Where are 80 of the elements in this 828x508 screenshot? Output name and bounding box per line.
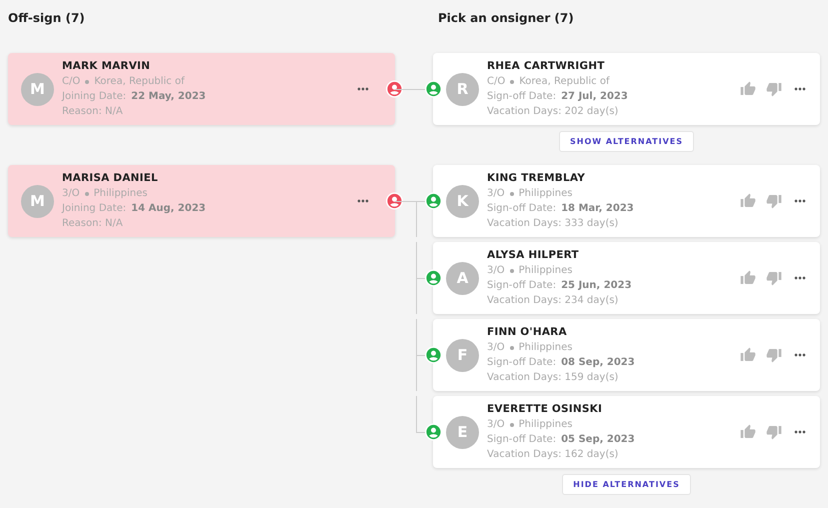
thumbs-up-icon[interactable]: [740, 424, 756, 440]
avatar: K: [446, 184, 479, 218]
rank: C/O: [62, 75, 80, 89]
onsigner-card[interactable]: F FINN O'HARA 3/O Philippines Sign-off Date: 08 Sep, 2023 Vacation Days: 159 day(s): [433, 319, 820, 391]
person-icon: [425, 192, 442, 210]
country: Korea, Republic of: [519, 75, 610, 89]
dot-icon: [510, 192, 514, 196]
onsigner-card[interactable]: E EVERETTE OSINSKI 3/O Philippines Sign-off Date: 05 Sep, 2023 Vacation Days: 162 day(s): [433, 396, 820, 468]
avatar: F: [446, 338, 479, 372]
date-value: 08 Sep, 2023: [561, 356, 635, 370]
thumbs-up-icon[interactable]: [740, 81, 756, 97]
reason: Reason: N/A: [62, 105, 123, 119]
date-label: Sign-off Date:: [487, 279, 556, 293]
date-label: Sign-off Date:: [487, 90, 556, 104]
crew-name: MARK MARVIN: [62, 59, 152, 74]
date-label: Joining Date:: [62, 90, 126, 104]
rank: 3/O: [487, 418, 505, 432]
person-icon: [425, 346, 442, 364]
date-value: 05 Sep, 2023: [561, 433, 635, 447]
person-icon: [425, 424, 442, 440]
vacation-days: Vacation Days: 234 day(s): [487, 293, 618, 308]
vacation-days: Vacation Days: 159 day(s): [487, 370, 618, 385]
crew-name: KING TREMBLAY: [487, 171, 586, 186]
avatar: M: [21, 72, 54, 106]
date-label: Sign-off Date:: [487, 202, 556, 216]
dot-icon: [84, 192, 89, 196]
date-value: 27 Jul, 2023: [561, 90, 628, 104]
date-value: 14 Aug, 2023: [131, 202, 206, 216]
thumbs-down-icon[interactable]: [766, 424, 782, 440]
date-label: Sign-off Date:: [487, 356, 556, 370]
toggle-alternatives-button[interactable]: HIDE ALTERNATIVES: [562, 474, 691, 495]
rank: 3/O: [487, 341, 505, 355]
date-value: 18 Mar, 2023: [561, 202, 634, 216]
date-label: Joining Date:: [62, 202, 126, 216]
thumbs-down-icon[interactable]: [766, 81, 782, 97]
crew-name: EVERETTE OSINSKI: [487, 402, 604, 417]
vacation-days: Vacation Days: 333 day(s): [487, 216, 618, 231]
crew-name: FINN O'HARA: [487, 325, 568, 340]
onsigner-heading: Pick an onsigner (7): [438, 11, 574, 27]
dot-icon: [85, 80, 90, 84]
vacation-days: Vacation Days: 162 day(s): [487, 447, 618, 462]
thumbs-down-icon[interactable]: [766, 270, 782, 286]
avatar: M: [21, 184, 54, 218]
thumbs-up-icon[interactable]: [740, 270, 756, 286]
date-value: 22 May, 2023: [131, 90, 206, 104]
avatar: R: [446, 72, 479, 106]
rank: C/O: [487, 75, 506, 89]
crew-name: MARISA DANIEL: [62, 171, 159, 186]
country: Philippines: [518, 418, 572, 432]
dot-icon: [510, 268, 514, 272]
date-value: 25 Jun, 2023: [561, 279, 632, 293]
date-label: Sign-off Date:: [487, 433, 556, 447]
offsign-heading: Off-sign (7): [8, 11, 86, 27]
country: Korea, Republic of: [94, 75, 184, 89]
dot-icon: [510, 346, 514, 350]
thumbs-up-icon[interactable]: [740, 347, 756, 363]
thumbs-up-icon[interactable]: [740, 193, 756, 209]
reason: Reason: N/A: [62, 217, 123, 231]
country: Philippines: [94, 187, 148, 201]
avatar: E: [446, 416, 479, 448]
onsigner-card[interactable]: K KING TREMBLAY 3/O Philippines Sign-off Date: 18 Mar, 2023 Vacation Days: 333 day(s): [433, 165, 820, 237]
country: Philippines: [518, 341, 572, 355]
avatar: A: [446, 262, 479, 294]
country: Philippines: [518, 264, 572, 278]
onsigner-card[interactable]: R RHEA CARTWRIGHT C/O Korea, Republic of Sign-off Date: 27 Jul, 2023 Vacation Days: 202 day(s): [433, 53, 820, 125]
crew-name: RHEA CARTWRIGHT: [487, 59, 606, 74]
thumbs-down-icon[interactable]: [766, 347, 782, 363]
toggle-alternatives-button[interactable]: SHOW ALTERNATIVES: [558, 131, 694, 152]
thumbs-down-icon[interactable]: [766, 193, 782, 209]
rank: 3/O: [62, 187, 80, 201]
rank: 3/O: [487, 187, 505, 201]
rank: 3/O: [487, 264, 505, 278]
vacation-days: Vacation Days: 202 day(s): [487, 104, 618, 119]
dot-icon: [510, 422, 514, 426]
person-icon: [425, 270, 442, 286]
person-icon: [425, 80, 442, 98]
onsigner-card[interactable]: A ALYSA HILPERT 3/O Philippines Sign-off Date: 25 Jun, 2023 Vacation Days: 234 day(s): [433, 242, 820, 314]
country: Philippines: [518, 187, 572, 201]
dot-icon: [510, 80, 514, 84]
crew-name: ALYSA HILPERT: [487, 248, 580, 263]
